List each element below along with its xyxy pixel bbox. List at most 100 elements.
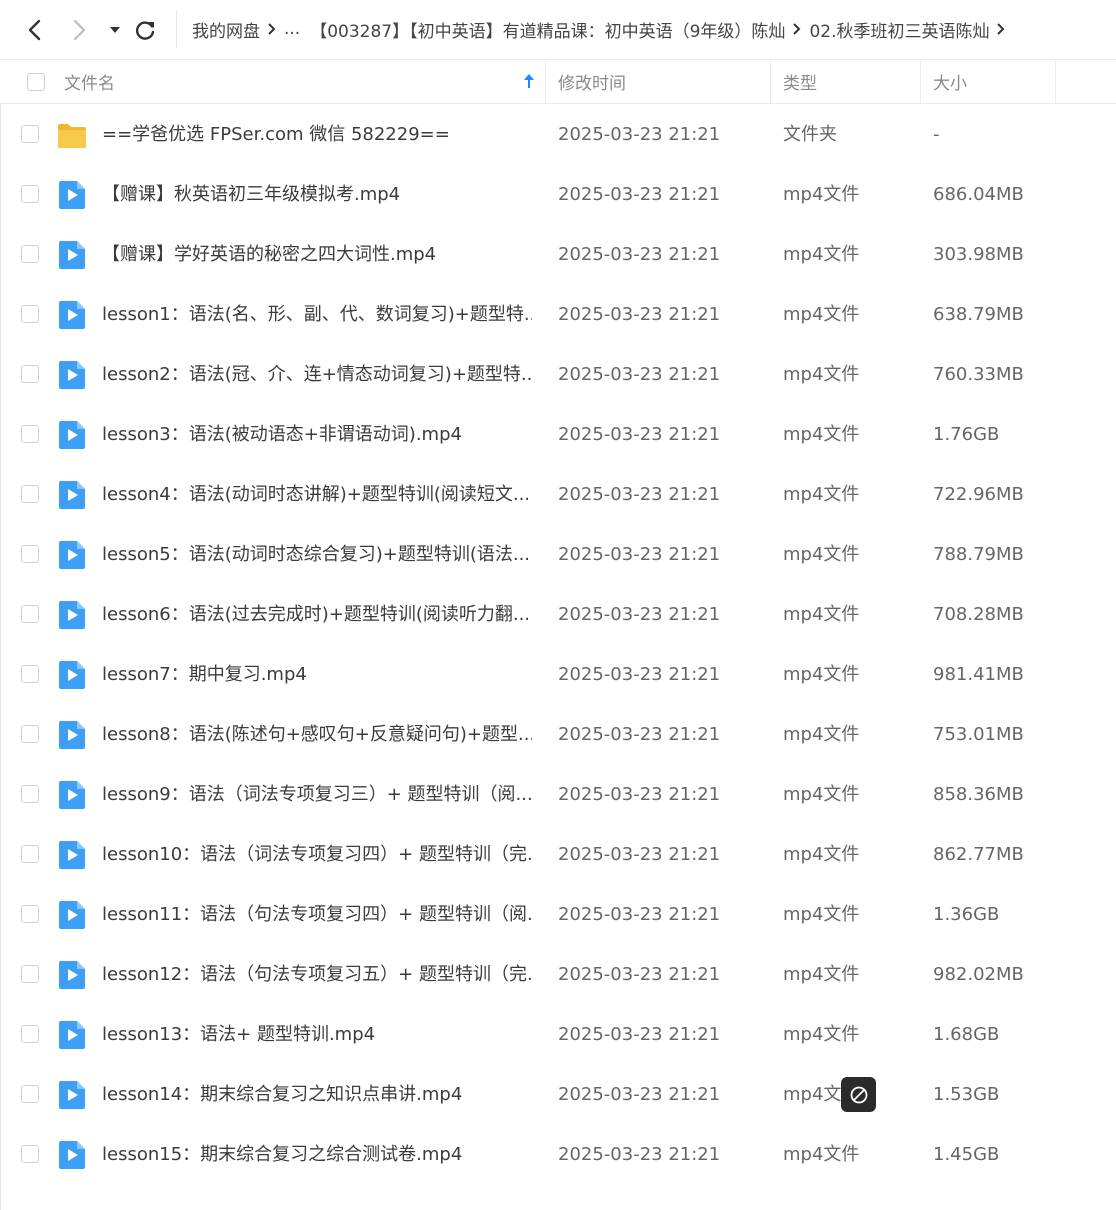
file-modified-time: 2025-03-23 21:21 [558,184,721,205]
column-header-modified[interactable]: 修改时间 [558,60,626,103]
file-size: 1.36GB [933,904,1000,925]
row-checkbox[interactable] [21,605,39,623]
column-header-name[interactable]: 文件名 [64,60,115,103]
file-name[interactable]: lesson8：语法(陈述句+感叹句+反意疑问句)+题型... [102,705,532,765]
row-checkbox[interactable] [21,425,39,443]
file-row[interactable]: 【赠课】学好英语的秘密之四大词性.mp4 2025-03-23 21:21 mp4文… [0,225,1116,285]
file-row[interactable]: lesson4：语法(动词时态讲解)+题型特训(阅读短文... 2025-03-2… [0,465,1116,525]
file-row[interactable]: lesson15：期末综合复习之综合测试卷.mp4 2025-03-23 21:2… [0,1125,1116,1185]
file-name[interactable]: lesson11：语法（句法专项复习四）+ 题型特训（阅... [102,885,532,945]
row-checkbox[interactable] [21,245,39,263]
file-row[interactable]: lesson2：语法(冠、介、连+情态动词复习)+题型特... 2025-03-2… [0,345,1116,405]
video-file-icon [57,300,87,330]
file-size: 981.41MB [933,664,1024,685]
row-checkbox[interactable] [21,1025,39,1043]
file-name[interactable]: 【赠课】秋英语初三年级模拟考.mp4 [102,165,532,225]
forward-button[interactable] [64,14,94,46]
sort-up-arrow-icon[interactable] [522,72,536,90]
row-checkbox[interactable] [21,305,39,323]
row-checkbox[interactable] [21,125,39,143]
row-checkbox[interactable] [21,1085,39,1103]
history-dropdown-button[interactable] [104,14,126,46]
file-name[interactable]: lesson10：语法（词法专项复习四）+ 题型特训（完... [102,825,532,885]
file-size: 1.68GB [933,1024,1000,1045]
video-file-icon [57,600,87,630]
column-divider[interactable] [1055,60,1056,103]
row-checkbox[interactable] [21,185,39,203]
row-checkbox[interactable] [21,485,39,503]
file-name[interactable]: 【赠课】学好英语的秘密之四大词性.mp4 [102,225,532,285]
row-checkbox[interactable] [21,845,39,863]
breadcrumb-item-ellipsis[interactable]: ... [284,19,300,39]
select-all-checkbox[interactable] [27,72,45,91]
column-divider[interactable] [920,60,921,103]
breadcrumb-item-root[interactable]: 我的网盘 [192,17,260,42]
file-modified-time: 2025-03-23 21:21 [558,484,721,505]
file-row[interactable]: lesson10：语法（词法专项复习四）+ 题型特训（完... 2025-03-2… [0,825,1116,885]
file-name[interactable]: lesson4：语法(动词时态讲解)+题型特训(阅读短文... [102,465,532,525]
file-name[interactable]: lesson3：语法(被动语态+非谓语动词).mp4 [102,405,532,465]
file-size: 1.45GB [933,1144,1000,1165]
file-type: mp4文件 [783,964,860,985]
file-size: 708.28MB [933,604,1024,625]
row-checkbox[interactable] [21,1145,39,1163]
row-checkbox[interactable] [21,965,39,983]
file-row[interactable]: lesson1：语法(名、形、副、代、数词复习)+题型特... 2025-03-2… [0,285,1116,345]
row-checkbox[interactable] [21,665,39,683]
file-row[interactable]: lesson11：语法（句法专项复习四）+ 题型特训（阅... 2025-03-2… [0,885,1116,945]
video-file-icon [57,900,87,930]
file-size: 788.79MB [933,544,1024,565]
select-all-cell [27,60,45,103]
file-type: mp4文件 [783,1024,860,1045]
column-divider[interactable] [545,60,546,103]
file-row[interactable]: lesson5：语法(动词时态综合复习)+题型特训(语法... 2025-03-2… [0,525,1116,585]
file-row[interactable]: ==学爸优选 FPSer.com 微信 582229== 2025-03-23 2… [0,105,1116,165]
caret-down-icon [110,27,120,33]
file-name[interactable]: lesson13：语法+ 题型特训.mp4 [102,1005,532,1065]
video-file-icon [57,840,87,870]
file-name[interactable]: ==学爸优选 FPSer.com 微信 582229== [102,105,532,165]
file-row[interactable]: lesson13：语法+ 题型特训.mp4 2025-03-23 21:21 mp4… [0,1005,1116,1065]
chevron-left-icon [28,19,41,41]
breadcrumb: 我的网盘 ... 【003287】【初中英语】有道精品课：初中英语（9年级）陈灿… [192,0,1116,58]
file-name[interactable]: lesson6：语法(过去完成时)+题型特训(阅读听力翻... [102,585,532,645]
breadcrumb-item-course[interactable]: 【003287】【初中英语】有道精品课：初中英语（9年级）陈灿 [310,17,785,42]
file-name[interactable]: lesson1：语法(名、形、副、代、数词复习)+题型特... [102,285,532,345]
row-checkbox[interactable] [21,725,39,743]
file-row[interactable]: 【赠课】秋英语初三年级模拟考.mp4 2025-03-23 21:21 mp4文件 6… [0,165,1116,225]
file-type: mp4文件 [783,544,860,565]
file-row[interactable]: lesson8：语法(陈述句+感叹句+反意疑问句)+题型... 2025-03-2… [0,705,1116,765]
folder-icon [57,120,87,150]
back-button[interactable] [20,14,50,46]
row-checkbox[interactable] [21,545,39,563]
file-row[interactable]: lesson12：语法（句法专项复习五）+ 题型特训（完... 2025-03-2… [0,945,1116,1005]
breadcrumb-separator-icon [260,19,284,39]
file-row[interactable]: lesson6：语法(过去完成时)+题型特训(阅读听力翻... 2025-03-2… [0,585,1116,645]
file-name[interactable]: lesson5：语法(动词时态综合复习)+题型特训(语法... [102,525,532,585]
column-header-type[interactable]: 类型 [783,60,817,103]
video-file-icon [57,960,87,990]
file-name[interactable]: lesson9：语法（词法专项复习三）+ 题型特训（阅... [102,765,532,825]
breadcrumb-item-current[interactable]: 02.秋季班初三英语陈灿 [809,17,989,42]
column-header-size[interactable]: 大小 [933,60,967,103]
file-row[interactable]: lesson9：语法（词法专项复习三）+ 题型特训（阅... 2025-03-23… [0,765,1116,825]
video-file-icon [57,780,87,810]
file-name[interactable]: lesson14：期末综合复习之知识点串讲.mp4 [102,1065,532,1125]
row-checkbox[interactable] [21,905,39,923]
file-name[interactable]: lesson2：语法(冠、介、连+情态动词复习)+题型特... [102,345,532,405]
video-file-icon [57,720,87,750]
refresh-button[interactable] [130,14,160,46]
file-name[interactable]: lesson12：语法（句法专项复习五）+ 题型特训（完... [102,945,532,1005]
file-modified-time: 2025-03-23 21:21 [558,244,721,265]
column-divider[interactable] [770,60,771,103]
file-row[interactable]: lesson7：期中复习.mp4 2025-03-23 21:21 mp4文件 981… [0,645,1116,705]
file-row[interactable]: lesson3：语法(被动语态+非谓语动词).mp4 2025-03-23 21:… [0,405,1116,465]
file-type: mp4文件 [783,424,860,445]
row-checkbox[interactable] [21,365,39,383]
file-row[interactable]: lesson14：期末综合复习之知识点串讲.mp4 2025-03-23 21:2… [0,1065,1116,1125]
file-type: mp4文件 [783,364,860,385]
file-name[interactable]: lesson15：期末综合复习之综合测试卷.mp4 [102,1125,532,1185]
video-file-icon [57,1080,87,1110]
file-name[interactable]: lesson7：期中复习.mp4 [102,645,532,705]
row-checkbox[interactable] [21,785,39,803]
